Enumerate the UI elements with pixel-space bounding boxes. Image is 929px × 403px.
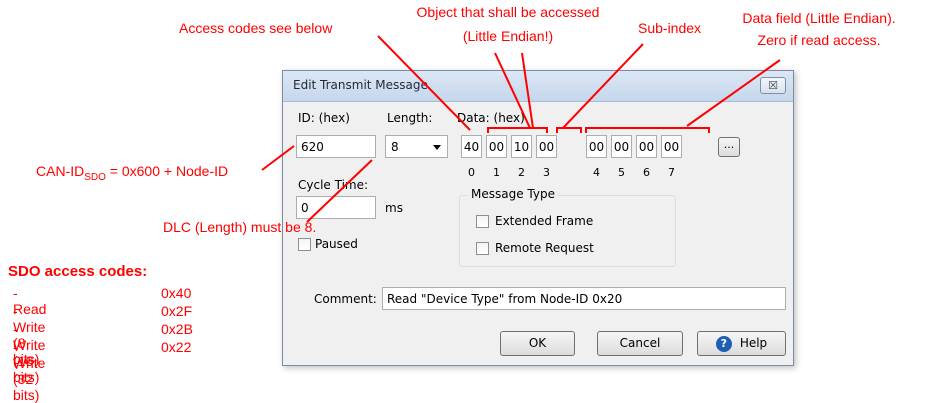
subindex-bracket <box>556 127 582 133</box>
dlc-annotation: DLC (Length) must be 8. <box>163 219 317 235</box>
object-pointer-left <box>494 52 531 129</box>
canid-annotation: CAN-IDSDO = 0x600 + Node-ID <box>36 163 228 183</box>
subindex-pointer <box>562 43 644 129</box>
datafield-bracket <box>585 127 710 133</box>
sdo-row-value: 0x2F <box>161 303 193 319</box>
datafield-annotation-line1: Data field (Little Endian). <box>742 10 896 26</box>
access-code-pointer <box>377 35 471 131</box>
canid-subscript: SDO <box>84 171 106 183</box>
access-codes-annotation: Access codes see below <box>179 20 333 36</box>
datafield-pointer <box>686 59 781 127</box>
datafield-annotation-line2: Zero if read access. <box>757 32 881 48</box>
canid-prefix: CAN-ID <box>36 163 85 179</box>
dlc-pointer <box>306 159 373 223</box>
canid-suffix: = 0x600 + Node-ID <box>105 163 229 179</box>
sdo-row-value: 0x40 <box>161 285 192 301</box>
canid-pointer <box>261 145 295 171</box>
object-bracket <box>487 127 548 133</box>
sdo-codes-title: SDO access codes: <box>8 263 148 280</box>
object-annotation-line1: Object that shall be accessed <box>416 4 600 20</box>
sdo-row-name: - Write (32 bits) <box>13 339 46 403</box>
sdo-row-value: 0x2B <box>161 321 193 337</box>
annotation-lines <box>261 35 781 223</box>
sdo-row-value: 0x22 <box>161 339 192 355</box>
subindex-annotation: Sub-index <box>638 20 702 36</box>
object-annotation-line2: (Little Endian!) <box>462 28 554 44</box>
